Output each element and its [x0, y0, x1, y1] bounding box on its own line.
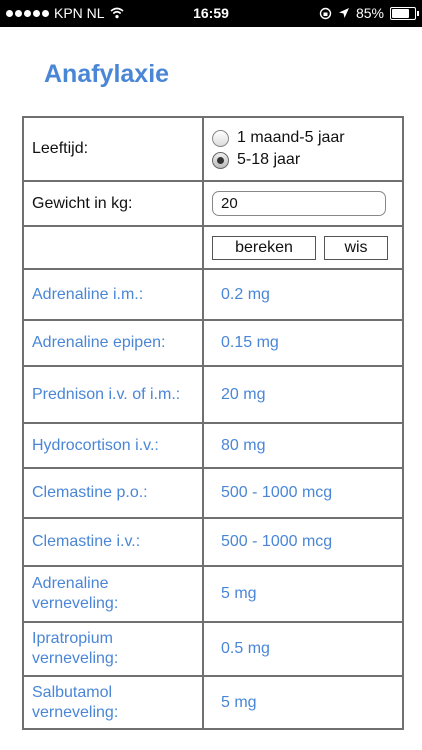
weight-row: Gewicht in kg: — [22, 180, 404, 227]
weight-label: Gewicht in kg: — [22, 180, 204, 227]
drug-name: Salbutamol verneveling: — [22, 675, 204, 730]
age-row: Leeftijd: 1 maand-5 jaar 5-18 jaar — [22, 116, 404, 182]
drug-dose: 500 - 1000 mcg — [202, 467, 404, 519]
location-arrow-icon — [338, 8, 349, 18]
clear-button[interactable]: wis — [324, 235, 388, 260]
page-title: Anafylaxie — [44, 60, 170, 88]
calculate-button[interactable]: bereken — [212, 235, 316, 260]
drug-name: Ipratropium verneveling: — [22, 621, 204, 677]
age-option-label: 1 maand-5 jaar — [237, 129, 345, 146]
drug-name: Adrenaline epipen: — [22, 319, 204, 367]
drug-dose: 5 mg — [202, 565, 404, 623]
result-row: Prednison i.v. of i.m.: 20 mg — [22, 365, 404, 424]
drug-dose: 5 mg — [202, 675, 404, 730]
orientation-lock-icon — [319, 7, 332, 19]
age-label: Leeftijd: — [22, 116, 204, 182]
status-bar: KPN NL 16:59 85% — [0, 0, 422, 27]
drug-dose: 0.5 mg — [202, 621, 404, 677]
dosage-table: Leeftijd: 1 maand-5 jaar 5-18 jaar Gewic… — [22, 116, 404, 730]
result-row: Adrenaline i.m.: 0.2 mg — [22, 268, 404, 321]
drug-dose: 0.2 mg — [202, 268, 404, 321]
result-row: Adrenaline epipen: 0.15 mg — [22, 319, 404, 367]
battery-percent: 85% — [355, 5, 384, 21]
result-row: Adrenaline verneveling: 5 mg — [22, 565, 404, 623]
drug-dose: 0.15 mg — [202, 319, 404, 367]
result-row: Salbutamol verneveling: 5 mg — [22, 675, 404, 730]
drug-name: Clemastine p.o.: — [22, 467, 204, 519]
drug-name: Adrenaline i.m.: — [22, 268, 204, 321]
radio-button-icon[interactable] — [212, 129, 229, 147]
age-option-young[interactable]: 1 maand-5 jaar — [212, 127, 394, 149]
result-row: Ipratropium verneveling: 0.5 mg — [22, 621, 404, 677]
result-row: Hydrocortison i.v.: 80 mg — [22, 422, 404, 469]
drug-name: Clemastine i.v.: — [22, 517, 204, 567]
age-option-label: 5-18 jaar — [237, 151, 301, 168]
drug-name: Prednison i.v. of i.m.: — [22, 365, 204, 424]
radio-button-icon[interactable] — [212, 151, 229, 169]
drug-dose: 500 - 1000 mcg — [202, 517, 404, 567]
battery-icon — [390, 6, 419, 20]
drug-name: Hydrocortison i.v.: — [22, 422, 204, 469]
action-row: bereken wis — [22, 225, 404, 270]
result-row: Clemastine p.o.: 500 - 1000 mcg — [22, 467, 404, 519]
weight-input[interactable] — [212, 191, 386, 216]
result-row: Clemastine i.v.: 500 - 1000 mcg — [22, 517, 404, 567]
drug-dose: 20 mg — [202, 365, 404, 424]
drug-name: Adrenaline verneveling: — [22, 565, 204, 623]
age-option-older[interactable]: 5-18 jaar — [212, 149, 394, 171]
age-options: 1 maand-5 jaar 5-18 jaar — [202, 116, 404, 182]
drug-dose: 80 mg — [202, 422, 404, 469]
